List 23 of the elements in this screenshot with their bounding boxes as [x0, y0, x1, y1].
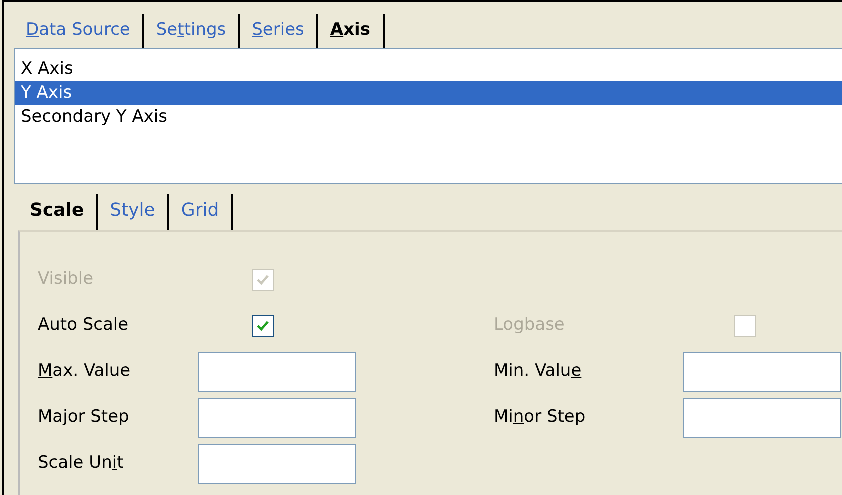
check-icon	[256, 319, 270, 333]
list-item[interactable]: X Axis	[15, 57, 842, 81]
input-field[interactable]	[198, 398, 356, 438]
input-field[interactable]	[198, 352, 356, 392]
tab[interactable]: Scale	[18, 194, 98, 230]
field-label: Visible	[38, 268, 95, 292]
field-label: Auto Scale	[38, 314, 130, 338]
field-label: Minor Step	[494, 406, 587, 430]
axis-list[interactable]: X Axis Y Axis Secondary Y Axis	[14, 48, 842, 184]
field-label: Min. Value	[494, 360, 583, 384]
tab[interactable]: Grid	[169, 194, 234, 230]
input-field[interactable]	[683, 398, 841, 438]
list-item[interactable]: Y Axis	[15, 81, 842, 105]
check-icon	[256, 273, 270, 287]
field-label: Major Step	[38, 406, 130, 430]
field-label: Scale Unit	[38, 452, 125, 476]
field-label: Max. Value	[38, 360, 132, 384]
input-field[interactable]	[683, 352, 841, 392]
field-label: Logbase	[494, 314, 566, 338]
checkbox[interactable]	[252, 315, 274, 337]
tab[interactable]: Style	[98, 194, 170, 230]
list-item[interactable]: Secondary Y Axis	[15, 105, 842, 129]
input-field[interactable]	[198, 444, 356, 484]
